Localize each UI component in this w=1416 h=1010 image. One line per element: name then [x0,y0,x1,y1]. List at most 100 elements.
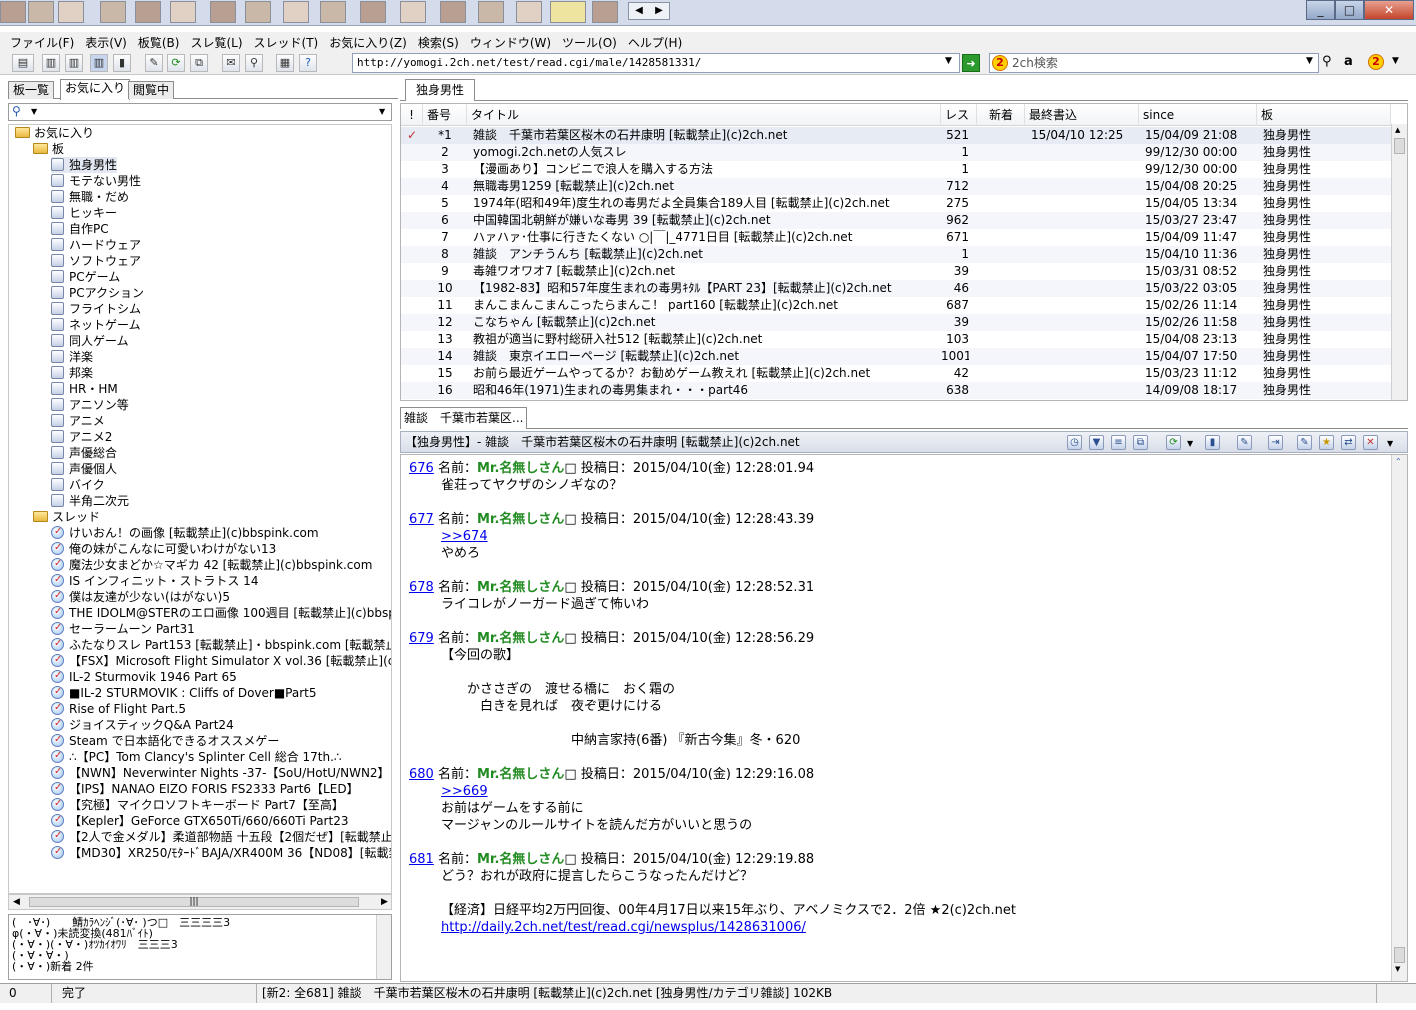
thread-row[interactable]: 8 雑談 アンチうんち [転載禁止](c)2ch.net 1 15/04/10 11:… [401,246,1391,263]
tree-thread-item[interactable]: 【究極】マイクロソフトキーボード Part7【至高】 [51,796,344,813]
tree-board-item[interactable]: 洋楽 [51,349,93,365]
filter-options-icon[interactable]: ▼ [31,107,37,116]
2ch-logo-icon[interactable]: 2 [1368,54,1384,70]
thread-row[interactable]: 9 毒雑ワオワオ7 [転載禁止](c)2ch.net 39 15/03/31 08:5… [401,263,1391,280]
thread-row[interactable]: 7 ハァハァ･仕事に行きたくない ○|￣|_4771日目 [転載禁止](c)2ch… [401,229,1391,246]
tree-thread-item[interactable]: IL-2 Sturmovik 1946 Part 65 [51,668,237,685]
post-anchor-link[interactable]: >>674 [409,528,814,545]
taskbar-thumbnail[interactable] [592,1,618,23]
scroll-down-icon[interactable]: ▼ [1395,965,1400,973]
scroll-right-icon[interactable]: ▶ [381,897,388,907]
post-number-link[interactable]: 677 [409,512,434,527]
app-icon[interactable]: ▤ [12,54,34,72]
layout-3-icon[interactable]: ▥ [90,54,108,72]
thread-menu-dropdown-icon[interactable]: ▼ [1387,434,1393,454]
tree-thread-item[interactable]: 俺の妹がこんなに可愛いわけがない13 [51,540,276,557]
view-scroll-thumb[interactable] [1394,947,1405,963]
col-new[interactable]: 新着 [977,104,1025,126]
taskbar-thumbnail[interactable] [478,1,504,23]
tree-thread-item[interactable]: 【2人で金メダル】柔道部物語 十五段【2個だぜ】[転載禁止] [51,828,391,845]
thread-row[interactable]: 14 雑談 東京イエローページ [転載禁止](c)2ch.net 1001 15/04… [401,348,1391,365]
menu-thread-list[interactable]: スレ覧(L) [190,34,242,51]
thread-row[interactable]: 2 yomogi.2ch.netの人気スレ 1 99/12/30 00:00 独身男性 [401,144,1391,161]
tree-board-item[interactable]: アニソン等 [51,397,129,413]
document-icon[interactable]: ≡ [1111,435,1126,450]
taskbar-scroll-right-icon[interactable]: ▶ [649,3,669,19]
tree-board-item[interactable]: フライトシム [51,301,141,317]
scroll-top-icon[interactable]: ⌃ [1395,457,1402,466]
menu-window[interactable]: ウィンドウ(W) [470,34,551,51]
col-since[interactable]: since [1139,104,1257,126]
tree-thread-item[interactable]: ジョイスティックQ&A Part24 [51,716,234,733]
taskbar-thumbnail[interactable] [283,1,309,23]
tab-board[interactable]: 独身男性 [405,79,476,101]
menu-favorites[interactable]: お気に入り(Z) [329,34,407,51]
tree-thread-item[interactable]: ∴【PC】Tom Clancy's Splinter Cell 総合 17th.… [51,748,342,765]
taskbar-thumbnail[interactable] [58,1,84,23]
trash-icon[interactable]: ▮ [1205,435,1220,450]
layout-4-icon[interactable]: ▮ [113,54,131,72]
post-number-link[interactable]: 676 [409,461,434,476]
tree-board-item[interactable]: ハードウェア [51,237,141,253]
maximize-button[interactable]: □ [1335,0,1364,20]
thread-row[interactable]: 4 無職毒男1259 [転載禁止](c)2ch.net 712 15/04/08 20… [401,178,1391,195]
col-board[interactable]: 板 [1257,104,1391,126]
taskbar-scroll-left-icon[interactable]: ◀ [629,3,649,19]
tree-thread-item[interactable]: 僕は友達が少ない(はがない)5 [51,588,230,605]
log-scrollbar[interactable] [376,915,391,979]
tree-thread-item[interactable]: Rise of Flight Part.5 [51,700,186,717]
tree-scroll-thumb[interactable]: ||| [29,897,359,907]
tree-board-item[interactable]: ヒッキー [51,205,117,221]
tree-board-item[interactable]: PCアクション [51,285,144,301]
post-anchor-link[interactable]: >>669 [409,783,814,800]
tree-thread-item[interactable]: 魔法少女まどか☆マギカ 42 [転載禁止](c)bbspink.com [51,556,372,573]
taskbar-thumbnail[interactable] [320,1,346,23]
thread-row[interactable]: 3 【漫画あり】コンビニで浪人を購入する方法 1 99/12/30 00:00 独身男性 [401,161,1391,178]
help-icon[interactable]: ? [299,54,317,72]
tree-board-item[interactable]: 半角二次元 [51,493,129,509]
post-number-link[interactable]: 681 [409,852,434,867]
tree-board-item[interactable]: ソフトウェア [51,253,141,269]
tree-board-item[interactable]: モテない男性 [51,173,141,189]
thread-row[interactable]: 12 こなちゃん [転載禁止](c)2ch.net 39 15/02/26 11:58… [401,314,1391,331]
menu-file[interactable]: ファイル(F) [10,34,74,51]
thread-row[interactable]: ✓ *1 雑談 千葉市若葉区桜木の石井康明 [転載禁止](c)2ch.net 521 1… [401,127,1391,144]
thread-row[interactable]: 15 お前ら最近ゲームやってるか？お勧めゲーム教えれ [転載禁止](c)2ch.n… [401,365,1391,382]
taskbar-thumbnail[interactable] [210,1,236,23]
post-number-link[interactable]: 680 [409,767,434,782]
reload-icon[interactable]: ⟳ [1166,435,1181,450]
tree-board-item[interactable]: 自作PC [51,221,109,237]
list-scroll-thumb[interactable] [1394,138,1405,154]
thread-row[interactable]: 11 まんこまんこまんこったらまんこ！ part160 [転載禁止](c)2ch.… [401,297,1391,314]
tree-thread-item[interactable]: THE IDOLM@STERのエロ画像 100週目 [転載禁止](c)bbsp [51,604,391,621]
col-last-post[interactable]: 最終書込 [1025,104,1139,126]
tree-board-item[interactable]: ネットゲーム [51,317,141,333]
tab-browsing[interactable]: 閲覧中 [128,81,175,99]
tree-board-item[interactable]: 声優個人 [51,461,117,477]
pen-icon[interactable]: ✎ [1237,435,1252,450]
filter-icon[interactable]: ▼ [1089,435,1104,450]
url-input[interactable]: http://yomogi.2ch.net/test/read.cgi/male… [352,53,960,73]
refresh-all-icon[interactable]: ⧉ [190,54,208,72]
close-button[interactable]: ✕ [1364,0,1414,20]
menu-search[interactable]: 検索(S) [418,34,459,51]
tree-board-item[interactable]: 声優総合 [51,445,117,461]
tree-horizontal-scrollbar[interactable]: ◀ ||| ▶ [8,894,392,910]
tree-thread-item[interactable]: ふたなりスレ Part153 [転載禁止]・bbspink.com [転載禁止] [51,636,391,653]
go-icon[interactable]: ➜ [962,54,980,72]
taskbar-thumbnail[interactable] [100,1,126,23]
thread-row[interactable]: 13 教祖が適当に野村総研入社512 [転載禁止](c)2ch.net 103 15/… [401,331,1391,348]
tree-thread-item[interactable]: 【IPS】NANAO EIZO FORIS FS2333 Part6【LED】 [51,780,359,797]
taskbar-thumbnail[interactable] [245,1,271,23]
thread-row[interactable]: 5 1974年(昭和49年)度生れの毒男だよ全員集合189人目 [転載禁止](c)… [401,195,1391,212]
search-input[interactable]: 2ch検索 [989,53,1319,73]
document-refresh-icon[interactable]: ⧉ [1133,435,1148,450]
tree-boards-folder[interactable]: 板 [33,141,64,157]
write-icon[interactable]: ✎ [145,54,163,72]
post-url-link[interactable]: http://daily.2ch.net/test/read.cgi/newsp… [409,919,1016,936]
tree-thread-item[interactable]: 【MD30】XR250/ﾓﾀｰﾄﾞBAJA/XR400M 36【ND08】[転載… [51,844,391,861]
tree-filter-input[interactable]: ⚲ ▼ ▼ [8,103,392,121]
find-icon[interactable]: ⚲ [245,54,263,72]
taskbar-scroller[interactable]: ◀ ▶ [628,2,670,20]
sync-icon[interactable]: ⇄ [1341,435,1356,450]
